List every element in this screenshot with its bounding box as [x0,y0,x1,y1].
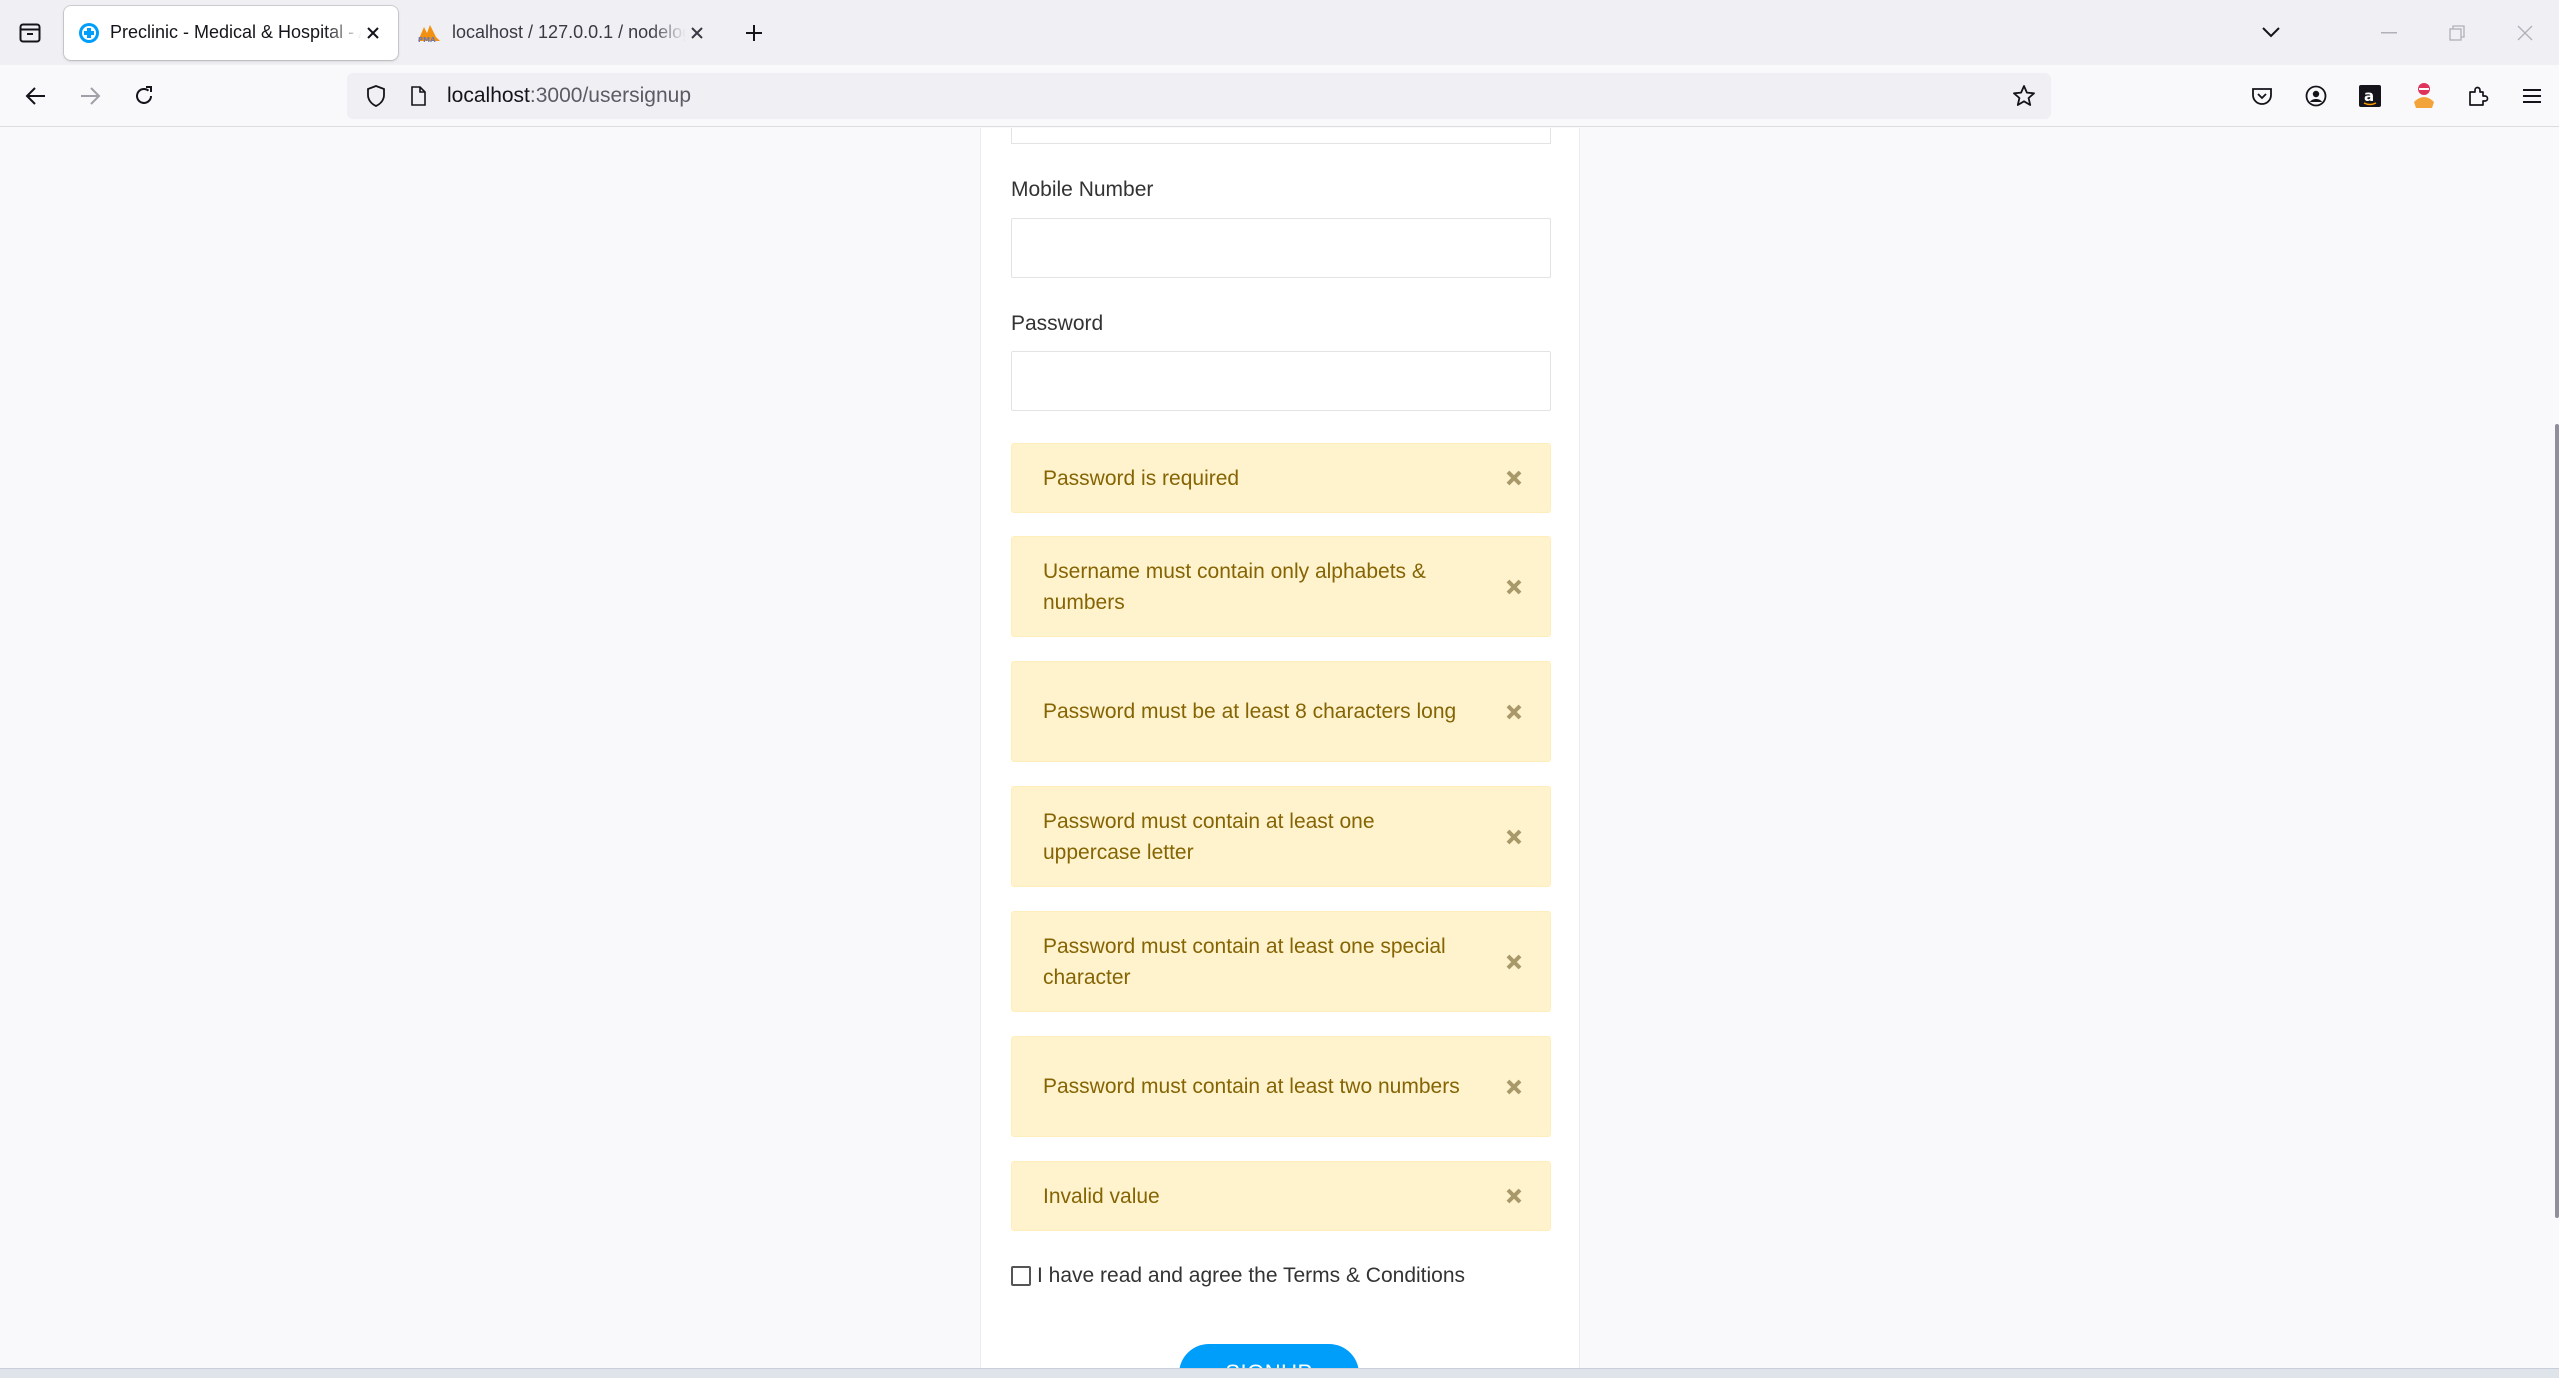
restore-icon [2449,24,2465,41]
tab-bar: Preclinic - Medical & Hospital - Ad PMA … [0,0,2559,65]
close-icon [1506,1079,1522,1094]
tracking-protection-button[interactable] [361,85,391,107]
extension-button[interactable] [2397,65,2451,127]
password-input[interactable] [1011,351,1551,411]
site-info-button[interactable] [405,86,431,106]
back-button[interactable] [14,74,58,118]
error-alert: Invalid value [1011,1161,1551,1231]
url-host: localhost [447,84,530,107]
close-icon [691,26,703,39]
page-scrollbar-thumb[interactable] [2555,424,2559,1218]
error-message: Password must contain at least two numbe… [1043,1075,1460,1098]
phpmyadmin-icon: PMA [418,24,440,43]
terms-checkbox[interactable] [1011,1266,1031,1286]
hamburger-menu-icon [2523,89,2541,103]
restore-button[interactable] [2423,0,2491,65]
firefox-view-icon [19,23,41,42]
error-message: Password must contain at least one upper… [1043,809,1375,864]
forward-button[interactable] [68,74,112,118]
dismiss-alert-button[interactable] [1502,575,1526,599]
pocket-button[interactable] [2235,65,2289,127]
plus-icon [746,24,762,41]
amazon-icon: a [2359,85,2381,107]
extensions-button[interactable] [2451,65,2505,127]
mobile-number-input[interactable] [1011,218,1551,278]
tab-preclinic[interactable]: Preclinic - Medical & Hospital - Ad [64,5,398,60]
dismiss-alert-button[interactable] [1502,825,1526,849]
close-tab-button[interactable] [686,22,708,44]
mobile-number-label: Mobile Number [1011,178,1154,201]
tab-title: localhost / 127.0.0.1 / nodelogin [452,22,686,42]
dismiss-alert-button[interactable] [1502,1075,1526,1099]
close-icon [1506,579,1522,594]
medical-cross-icon [79,22,99,43]
address-bar[interactable]: localhost:3000/usersignup [347,73,2051,119]
error-message: Password is required [1043,466,1240,490]
signup-form-card: Mobile Number Password Password is requi… [980,128,1580,1368]
error-alert: Password must contain at least one upper… [1011,786,1551,887]
list-all-tabs-button[interactable] [2251,12,2291,52]
minimize-icon [2381,31,2397,33]
password-label: Password [1011,312,1104,335]
shield-icon [367,85,385,107]
terms-label[interactable]: I have read and agree the Terms & Condit… [1037,1264,1465,1288]
app-menu-button[interactable] [2505,65,2559,127]
signup-button[interactable]: SIGNUP [1179,1344,1359,1368]
star-icon [2013,85,2035,106]
error-message: Invalid value [1043,1184,1160,1208]
error-alert: Password must contain at least two numbe… [1011,1036,1551,1137]
reload-button[interactable] [122,74,166,118]
account-button[interactable] [2289,65,2343,127]
close-icon [1506,470,1522,486]
minimize-button[interactable] [2355,0,2423,65]
error-alert: Password must be at least 8 characters l… [1011,661,1551,762]
svg-text:a: a [2364,87,2374,105]
pocket-icon [2252,88,2272,105]
firefox-view-button[interactable] [10,13,50,53]
account-icon [2305,85,2327,107]
arrow-right-icon [81,86,101,105]
tab-phpmyadmin[interactable]: PMA localhost / 127.0.0.1 / nodelogin [402,6,722,60]
dismiss-alert-button[interactable] [1502,466,1526,490]
dismiss-alert-button[interactable] [1502,700,1526,724]
bookmark-star-button[interactable] [2009,81,2039,111]
error-message: Username must contain only alphabets & n… [1043,559,1426,614]
close-icon [1506,1188,1522,1204]
toolbar-extensions: a [2235,65,2559,127]
dismiss-alert-button[interactable] [1502,1184,1526,1208]
extension-avatar-icon [2414,83,2434,108]
amazon-extension-button[interactable]: a [2343,65,2397,127]
page-viewport: Mobile Number Password Password is requi… [0,128,2559,1368]
error-alert: Username must contain only alphabets & n… [1011,536,1551,637]
page-icon [411,86,426,106]
error-alert: Password must contain at least one speci… [1011,911,1551,1012]
taskbar-edge [0,1368,2559,1378]
svg-text:PMA: PMA [418,36,436,43]
navigation-toolbar: localhost:3000/usersignup a [0,65,2559,127]
window-controls [2355,0,2559,65]
error-alert: Password is required [1011,443,1551,513]
arrow-left-icon [25,86,45,105]
previous-field-input[interactable] [1011,128,1551,144]
url-text[interactable]: localhost:3000/usersignup [447,84,691,108]
url-path: :3000/usersignup [529,84,692,107]
close-icon [1506,954,1522,969]
close-icon [1506,829,1522,844]
window-close-button[interactable] [2491,0,2559,65]
terms-row: I have read and agree the Terms & Condit… [1011,1264,1465,1288]
new-tab-button[interactable] [734,13,774,53]
close-icon [367,26,379,39]
chevron-down-icon [2262,27,2280,38]
error-message: Password must contain at least one speci… [1043,934,1446,989]
tab-title: Preclinic - Medical & Hospital - Ad [110,22,362,42]
puzzle-icon [2469,86,2489,106]
close-icon [2517,25,2533,40]
close-tab-button[interactable] [362,22,384,44]
error-message: Password must be at least 8 characters l… [1043,700,1457,723]
dismiss-alert-button[interactable] [1502,950,1526,974]
reload-icon [136,85,152,104]
close-icon [1506,704,1522,719]
